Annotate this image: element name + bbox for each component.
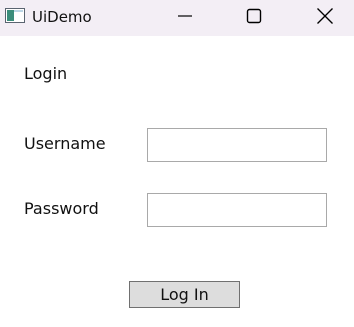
close-icon (317, 8, 333, 24)
minimize-icon (178, 15, 192, 17)
app-icon-panel (7, 10, 14, 21)
username-input[interactable] (147, 128, 327, 162)
username-label: Username (24, 134, 106, 153)
app-icon-bar (14, 10, 23, 12)
maximize-button[interactable] (231, 0, 277, 32)
password-input[interactable] (147, 193, 327, 227)
close-button[interactable] (301, 0, 347, 32)
minimize-button[interactable] (161, 0, 207, 32)
password-label: Password (24, 199, 99, 218)
app-window-icon (5, 8, 25, 23)
title-bar[interactable]: UiDemo (0, 0, 354, 36)
window-title: UiDemo (32, 8, 92, 26)
maximize-icon (246, 8, 262, 24)
login-button[interactable]: Log In (129, 281, 240, 308)
login-title: Login (24, 64, 68, 83)
